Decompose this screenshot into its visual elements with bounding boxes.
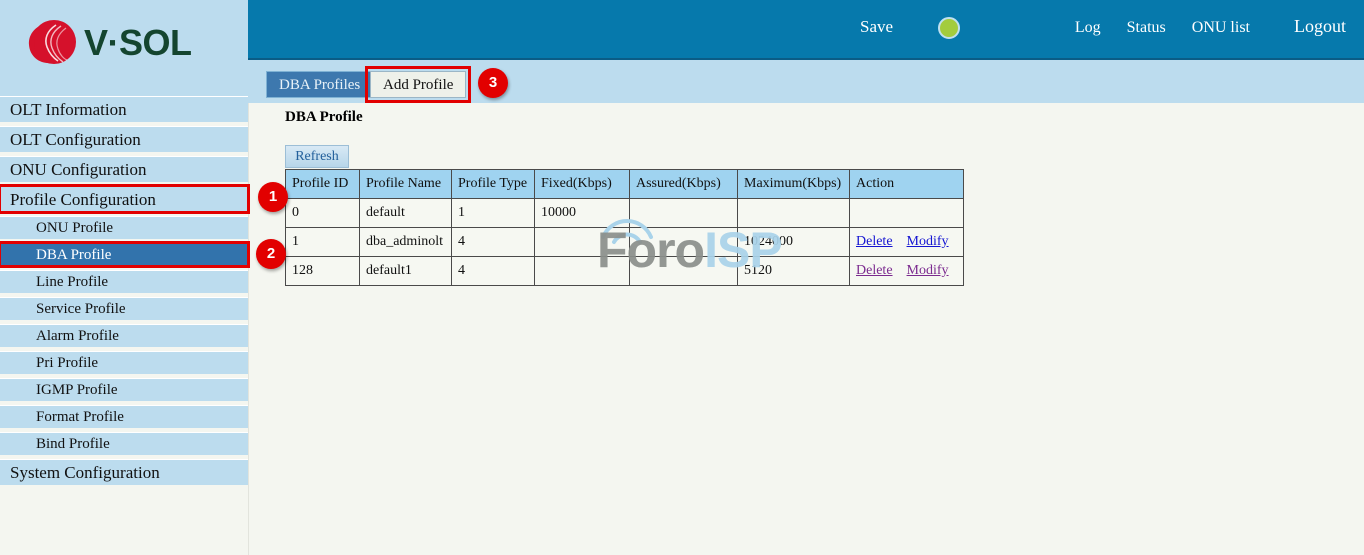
cell-maximum: 1024000 [738,228,850,257]
table-header: Profile ID Profile Name Profile Type Fix… [286,170,964,199]
logout-button[interactable]: Logout [1294,16,1346,37]
sidebar-nav: OLT Information OLT Configuration ONU Conf… [0,96,248,483]
header-link-onu-list[interactable]: ONU list [1192,19,1250,37]
sidebar-item-alarm-profile[interactable]: Alarm Profile [0,324,248,347]
content-area: DBA Profile Refresh ForoISP Profile ID P… [248,103,1364,555]
logo-panel: V·SOL [0,0,248,96]
cell-profile-id: 0 [286,199,360,228]
cell-assured [630,257,738,286]
cell-profile-type: 4 [452,257,535,286]
cell-action [850,199,964,228]
cell-assured [630,199,738,228]
callout-marker-2: 2 [256,239,286,269]
cell-profile-type: 1 [452,199,535,228]
table-header-row: Profile ID Profile Name Profile Type Fix… [286,170,964,199]
cell-profile-id: 1 [286,228,360,257]
col-profile-type: Profile Type [452,170,535,199]
sidebar-item-igmp-profile[interactable]: IGMP Profile [0,378,248,401]
col-profile-id: Profile ID [286,170,360,199]
cell-profile-type: 4 [452,228,535,257]
header-link-log[interactable]: Log [1075,19,1101,37]
header-link-status[interactable]: Status [1127,19,1166,37]
tab-add-profile[interactable]: Add Profile [370,71,466,98]
sidebar-item-olt-information[interactable]: OLT Information [0,96,248,122]
cell-profile-name: dba_adminolt [360,228,452,257]
sidebar-item-system-configuration[interactable]: System Configuration [0,459,248,485]
callout-marker-3: 3 [478,68,508,98]
col-profile-name: Profile Name [360,170,452,199]
status-indicator-icon [938,17,960,39]
delete-link[interactable]: Delete [856,234,893,249]
cell-fixed [535,257,630,286]
sidebar-item-onu-configuration[interactable]: ONU Configuration [0,156,248,182]
sidebar-item-bind-profile[interactable]: Bind Profile [0,432,248,455]
cell-action: Delete Modify [850,228,964,257]
page-title: DBA Profile [285,109,363,126]
refresh-button[interactable]: Refresh [285,145,349,168]
cell-maximum [738,199,850,228]
sidebar-item-format-profile[interactable]: Format Profile [0,405,248,428]
table-body: 0default1100001dba_adminolt41024000Delet… [286,199,964,286]
cell-profile-name: default1 [360,257,452,286]
sidebar-item-service-profile[interactable]: Service Profile [0,297,248,320]
sidebar-item-dba-profile[interactable]: DBA Profile [0,243,248,266]
delete-link[interactable]: Delete [856,263,893,278]
sidebar-item-pri-profile[interactable]: Pri Profile [0,351,248,374]
col-fixed-kbps: Fixed(Kbps) [535,170,630,199]
cell-maximum: 5120 [738,257,850,286]
cell-profile-id: 128 [286,257,360,286]
save-button[interactable]: Save [860,17,893,37]
callout-marker-1: 1 [258,182,288,212]
tab-strip: DBA Profiles Add Profile [248,58,1364,103]
vsol-swirl-logo-icon [22,14,80,72]
col-assured-kbps: Assured(Kbps) [630,170,738,199]
table-row: 0default110000 [286,199,964,228]
sidebar-item-profile-configuration[interactable]: Profile Configuration [0,186,248,212]
cell-fixed [535,228,630,257]
dba-profile-table: Profile ID Profile Name Profile Type Fix… [285,169,964,286]
sidebar-item-line-profile[interactable]: Line Profile [0,270,248,293]
cell-assured [630,228,738,257]
cell-action: Delete Modify [850,257,964,286]
tab-dba-profiles[interactable]: DBA Profiles [266,71,373,98]
app-root: V·SOL Save Log Status ONU list Logout OL… [0,0,1364,555]
cell-profile-name: default [360,199,452,228]
header-bar: Save Log Status ONU list Logout [248,0,1364,58]
sidebar-item-onu-profile[interactable]: ONU Profile [0,216,248,239]
cell-fixed: 10000 [535,199,630,228]
brand-logo[interactable]: V·SOL [22,14,192,72]
col-maximum-kbps: Maximum(Kbps) [738,170,850,199]
sidebar-item-olt-configuration[interactable]: OLT Configuration [0,126,248,152]
modify-link[interactable]: Modify [907,234,949,249]
header-links: Log Status ONU list Logout [1049,16,1346,37]
modify-link[interactable]: Modify [907,263,949,278]
table-row: 1dba_adminolt4 1024000 Delete Modify [286,228,964,257]
brand-wordmark: V·SOL [84,14,192,72]
table-row: 128default14 5120 Delete Modify [286,257,964,286]
col-action: Action [850,170,964,199]
